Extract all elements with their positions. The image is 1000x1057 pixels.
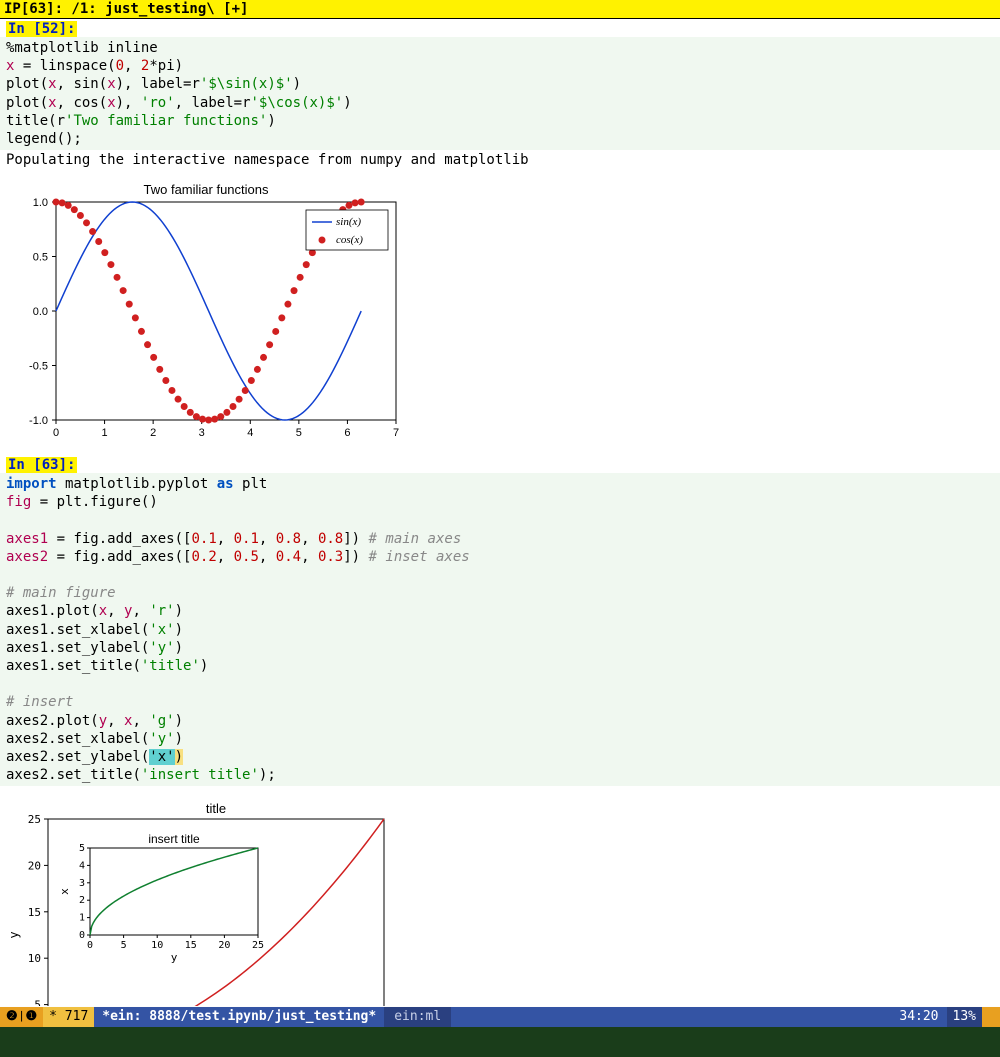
svg-text:15: 15 (185, 940, 197, 951)
svg-text:y: y (7, 932, 21, 939)
svg-text:cos(x): cos(x) (336, 234, 363, 246)
svg-text:4: 4 (79, 861, 85, 872)
svg-text:10: 10 (151, 940, 163, 951)
svg-text:Two familiar functions: Two familiar functions (144, 182, 269, 197)
svg-text:7: 7 (393, 427, 399, 439)
svg-text:6: 6 (344, 427, 350, 439)
svg-text:0: 0 (87, 940, 93, 951)
window-titlebar: IP[63]: /1: just_testing\ [+] (0, 0, 1000, 19)
svg-text:0.0: 0.0 (33, 306, 48, 318)
mode-line: ❷❘❶ * 717 *ein: 8888/test.ipynb/just_tes… (0, 1007, 1000, 1027)
svg-text:25: 25 (252, 940, 264, 951)
svg-text:4: 4 (247, 427, 253, 439)
svg-text:1: 1 (102, 427, 108, 439)
svg-text:sin(x): sin(x) (336, 216, 361, 228)
svg-text:15: 15 (28, 906, 41, 919)
svg-text:3: 3 (79, 878, 85, 889)
input-prompt-63: In [63]: (6, 457, 77, 473)
svg-text:5: 5 (34, 999, 41, 1006)
svg-text:-1.0: -1.0 (29, 415, 48, 427)
svg-text:x: x (58, 888, 71, 895)
svg-text:5: 5 (79, 843, 85, 854)
svg-text:1: 1 (79, 913, 85, 924)
buffer-content[interactable]: In [52]: %matplotlib inline x = linspace… (0, 19, 1000, 1006)
svg-text:25: 25 (28, 813, 41, 826)
mode-line-percent: 13% (947, 1007, 982, 1027)
mode-line-buffer-name: *ein: 8888/test.ipynb/just_testing* (94, 1007, 384, 1027)
svg-text:0: 0 (79, 930, 85, 941)
chart-title-inset: title0123450510152025xyinsert title05101… (6, 790, 426, 1006)
mode-line-major-mode: ein:ml (384, 1007, 451, 1027)
chart-2-container: title0123450510152025xyinsert title05101… (0, 786, 1000, 1006)
svg-text:20: 20 (218, 940, 230, 951)
svg-text:10: 10 (28, 953, 41, 966)
svg-text:5: 5 (121, 940, 127, 951)
svg-text:5: 5 (296, 427, 302, 439)
svg-text:title: title (206, 801, 226, 816)
code-block-63[interactable]: import matplotlib.pyplot as plt fig = pl… (0, 473, 1000, 786)
cell-63[interactable]: In [63]: import matplotlib.pyplot as plt… (0, 455, 1000, 1006)
desktop-background (0, 1027, 1000, 1057)
mode-line-badge: ❷❘❶ (0, 1007, 43, 1027)
chart-two-familiar-functions: Two familiar functions 0 1 2 3 4 5 6 7 -1.0 -0.5 0.… (6, 180, 406, 445)
mode-line-modified: * 717 (43, 1007, 94, 1027)
svg-text:-0.5: -0.5 (29, 361, 48, 373)
svg-text:1.0: 1.0 (33, 197, 48, 209)
cell-52[interactable]: In [52]: %matplotlib inline x = linspace… (0, 19, 1000, 455)
emacs-window: IP[63]: /1: just_testing\ [+] In [52]: %… (0, 0, 1000, 1007)
mode-line-end (982, 1007, 1000, 1027)
svg-text:insert title: insert title (148, 832, 200, 846)
svg-text:20: 20 (28, 860, 41, 873)
stdout-52: Populating the interactive namespace fro… (0, 150, 1000, 170)
svg-text:0: 0 (53, 427, 59, 439)
svg-text:2: 2 (150, 427, 156, 439)
svg-text:0.5: 0.5 (33, 252, 48, 264)
svg-text:y: y (171, 951, 178, 964)
svg-text:3: 3 (199, 427, 205, 439)
input-prompt-52: In [52]: (6, 21, 77, 37)
svg-text:2: 2 (79, 896, 85, 907)
chart-1-container: Two familiar functions 0 1 2 3 4 5 6 7 -1.0 -0.5 0.… (0, 170, 1000, 455)
code-block-52[interactable]: %matplotlib inline x = linspace(0, 2*pi)… (0, 37, 1000, 150)
mode-line-position: 34:20 (891, 1007, 946, 1027)
